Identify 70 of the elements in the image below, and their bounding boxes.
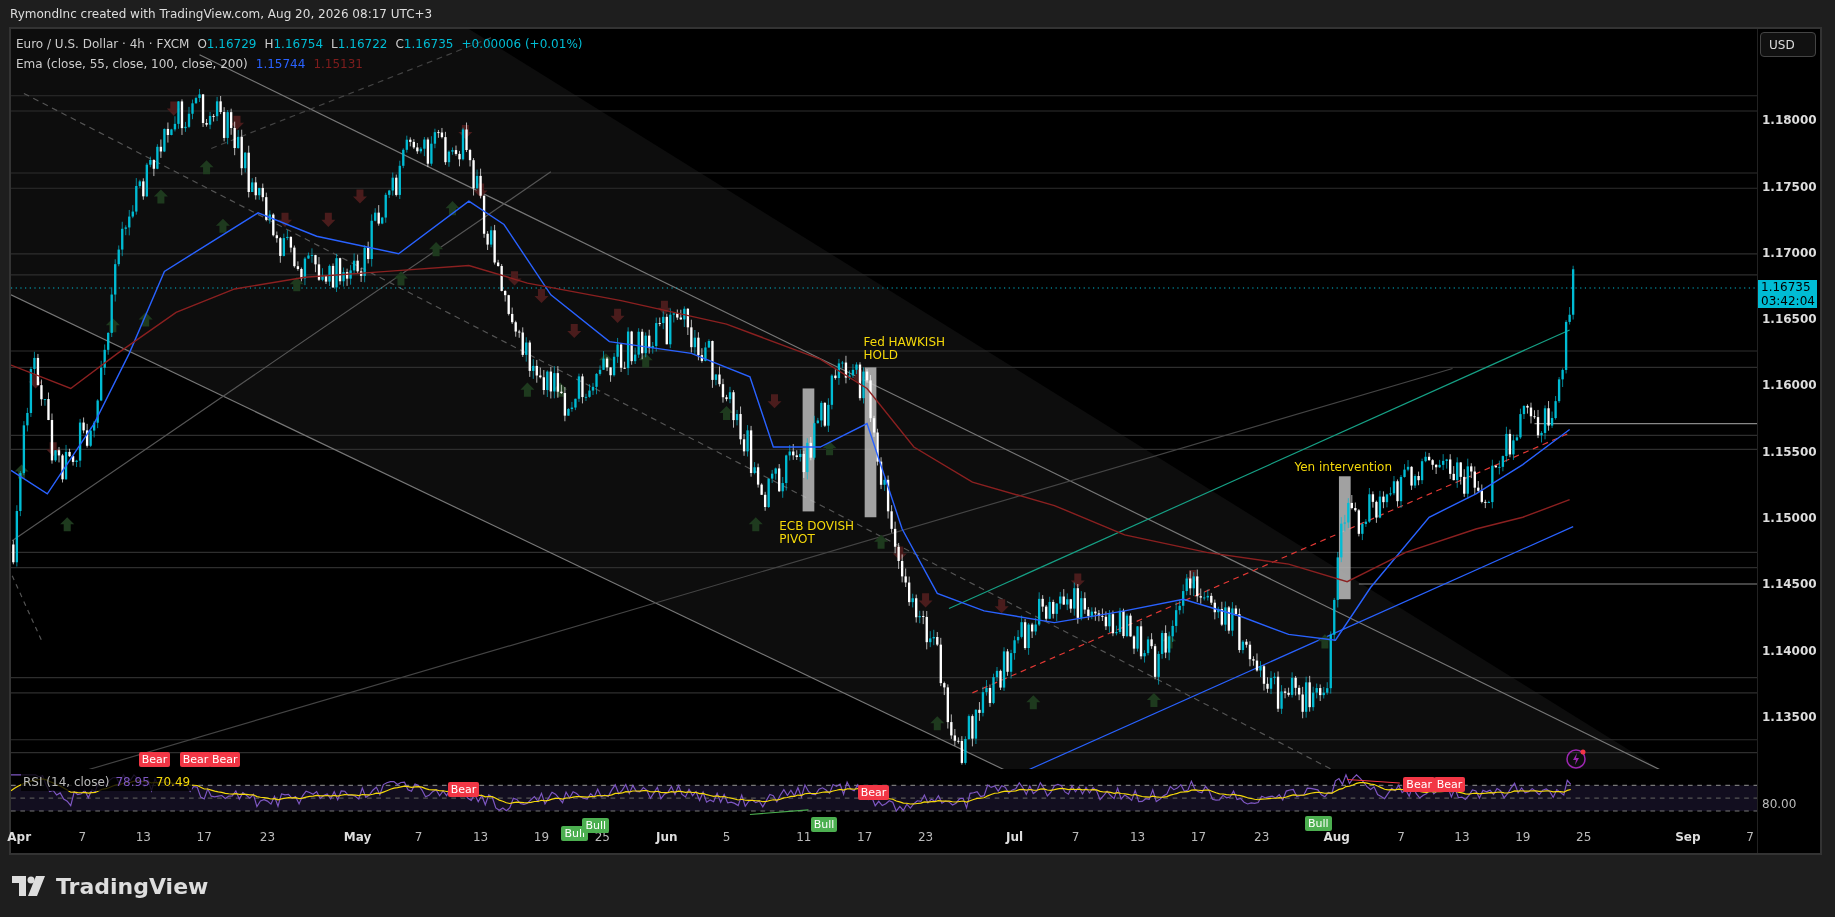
header-caption: RymondInc created with TradingView.com, Aug 20, 2026 08:17 UTC+3	[10, 5, 433, 23]
last-price-label: 1.16735 03:42:04	[1758, 280, 1817, 308]
time-axis-label: 23	[1254, 829, 1270, 846]
divergence-line	[1346, 778, 1401, 784]
symbol-title: Euro / U.S. Dollar · 4h · FXCM	[16, 36, 190, 53]
time-axis-label: Sep	[1675, 829, 1701, 846]
price-change: +0.00006 (+0.01%)	[461, 36, 583, 53]
signal-label: Bear	[447, 781, 480, 797]
time-axis-label: 7	[414, 829, 423, 846]
time-axis-label: 25	[1576, 829, 1592, 846]
time-axis-label: 23	[917, 829, 934, 846]
time-axis-label: 7	[1397, 829, 1405, 846]
signal-label: Bear	[857, 785, 890, 801]
time-axis-label: 13	[472, 829, 489, 846]
price-axis-label: 1.15000	[1762, 510, 1817, 527]
ohlc-value: O1.16729	[197, 36, 257, 53]
time-axis-label: 11	[796, 829, 812, 846]
price-axis-label: 1.16000	[1762, 377, 1817, 395]
signal-label: Bear	[1433, 777, 1466, 793]
signal-label: Bull	[582, 818, 610, 833]
lightning-icon[interactable]	[1564, 747, 1587, 770]
time-axis-label: 7	[78, 829, 87, 846]
ema-label: Ema (close, 55, close, 100, close, 200)	[16, 56, 248, 73]
time-axis-label: 13	[135, 829, 151, 846]
time-axis-label: 19	[533, 829, 550, 846]
ohlc-value: H1.16754	[264, 36, 324, 53]
price-axis-label: 1.18000	[1762, 112, 1817, 130]
time-axis-label: 19	[1515, 829, 1531, 846]
rsi-label: RSI (14, close)	[23, 774, 110, 791]
signal-label: Bear	[1403, 777, 1435, 793]
time-axis-label: 17	[857, 829, 873, 846]
time-axis-label: Jul	[1006, 829, 1024, 846]
chart-annotation: Yen intervention	[1294, 461, 1392, 475]
time-axis-label: 17	[196, 829, 212, 846]
signal-label: Bull	[810, 816, 838, 832]
signal-label: Bear	[138, 751, 171, 767]
time-axis-label: Apr	[7, 829, 32, 846]
time-axis-label: 23	[259, 829, 276, 846]
time-axis-label: 7	[1071, 829, 1080, 846]
price-axis-label: 1.14500	[1762, 576, 1817, 594]
currency-button[interactable]: USD	[1760, 32, 1816, 57]
price-axis-label: 1.17500	[1762, 178, 1817, 196]
ohlc-value: C1.16735	[395, 36, 454, 53]
divergence-line	[749, 809, 810, 816]
rsi-value: 78.95	[115, 774, 150, 791]
chart-annotation: ECB DOVISH PIVOT	[779, 519, 855, 546]
rsi-value: 70.49	[155, 774, 191, 791]
price-axis-label: 1.16500	[1762, 311, 1817, 329]
rsi-axis-label: 80.00	[1762, 796, 1797, 813]
signal-label: Bear	[179, 751, 212, 767]
signal-label: Bull	[1304, 815, 1332, 831]
price-axis-label: 1.14000	[1762, 642, 1817, 660]
time-axis-label: 13	[1129, 829, 1146, 846]
ohlc-value: L1.16722	[331, 36, 388, 53]
brand-name: TradingView	[56, 872, 209, 901]
time-axis-label: 5	[722, 829, 731, 846]
price-axis-label: 1.17000	[1762, 244, 1817, 262]
tradingview-logo-icon	[12, 876, 48, 896]
time-axis-label: 17	[1190, 829, 1207, 846]
chart-annotation: Fed HAWKISH HOLD	[863, 335, 946, 362]
time-axis-label: 7	[1746, 829, 1754, 846]
price-axis-label: 1.15500	[1762, 443, 1817, 461]
price-axis-label: 1.13500	[1762, 708, 1817, 726]
ema-value: 1.15744	[255, 56, 306, 73]
time-axis-label: Aug	[1323, 829, 1350, 846]
time-axis-label: Jun	[656, 829, 678, 846]
ema-value: 1.15131	[313, 56, 363, 73]
signal-label: Bear	[208, 751, 241, 767]
time-axis-label: 13	[1454, 829, 1470, 846]
time-axis-label: May	[343, 829, 372, 846]
